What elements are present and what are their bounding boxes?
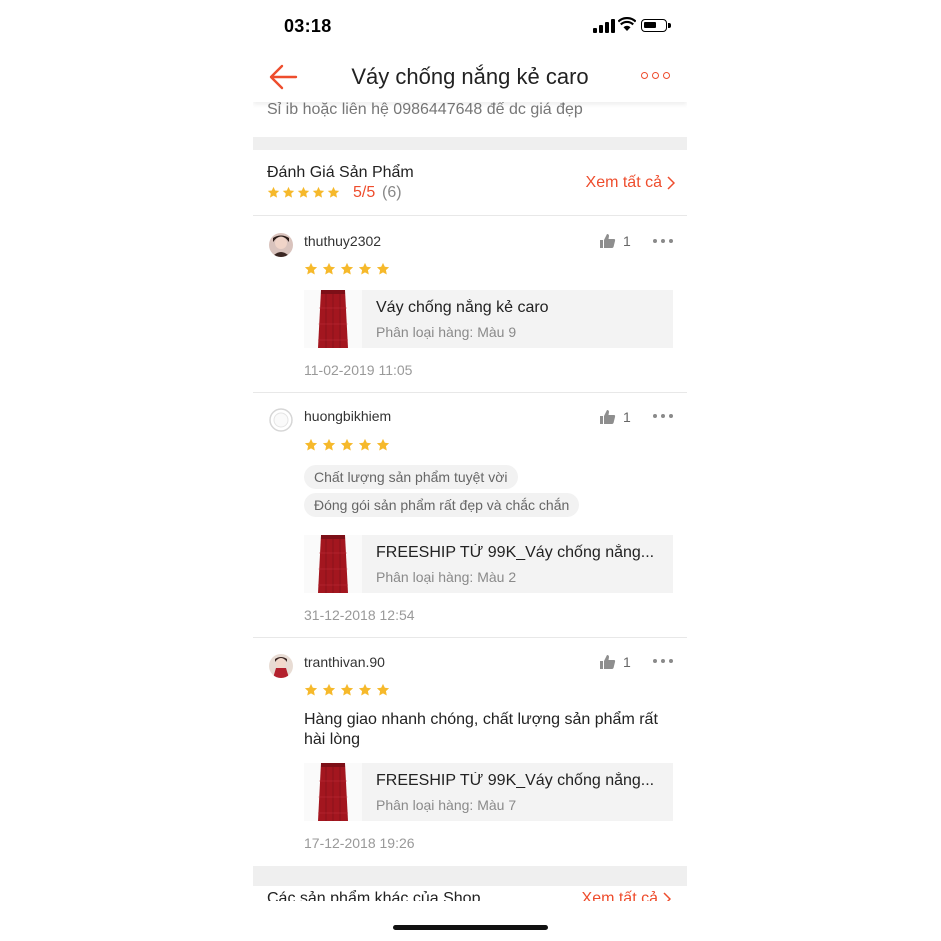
star-icon <box>297 186 310 198</box>
star-icon <box>340 262 354 275</box>
review-stars <box>304 438 394 456</box>
review-date: 17-12-2018 19:26 <box>304 835 415 851</box>
thumbs-up-icon <box>600 655 616 669</box>
home-indicator[interactable] <box>393 925 548 930</box>
review-more-icon[interactable] <box>653 414 675 420</box>
review-username[interactable]: huongbikhiem <box>304 408 391 424</box>
back-arrow-icon[interactable] <box>267 62 299 92</box>
reviewed-product[interactable]: FREESHIP TỪ 99K_Váy chống nắng... Phân l… <box>304 763 673 821</box>
review-more-icon[interactable] <box>653 239 675 245</box>
review-more-icon[interactable] <box>653 659 675 665</box>
avatar[interactable] <box>269 408 293 432</box>
star-icon <box>304 438 318 451</box>
like-button[interactable]: 1 <box>599 654 631 670</box>
star-icon <box>322 683 336 696</box>
product-description-text: Sỉ ib hoặc liên hệ 0986447648 để dc giá … <box>267 101 583 118</box>
star-icon <box>340 438 354 451</box>
status-time: 03:18 <box>284 16 332 36</box>
star-icon <box>376 683 390 696</box>
star-icon <box>358 262 372 275</box>
review-date: 11-02-2019 11:05 <box>304 362 413 378</box>
avatar[interactable] <box>269 654 293 678</box>
review-stars <box>304 262 394 280</box>
page-title: Váy chống nắng kẻ caro <box>351 64 589 89</box>
product-name: Váy chống nắng kẻ caro <box>376 299 549 316</box>
section-divider <box>253 866 687 886</box>
review-comment-line: hài lòng <box>304 731 361 748</box>
ratings-title: Đánh Giá Sản Phẩm <box>267 164 414 181</box>
product-name: FREESHIP TỪ 99K_Váy chống nắng... <box>376 772 655 789</box>
product-variant: Phân loại hàng: Màu 9 <box>376 324 517 340</box>
chevron-right-icon <box>667 176 675 190</box>
review-item: huongbikhiem 1 Chất lượng sản phẩm tuyệt… <box>253 393 687 638</box>
product-name: FREESHIP TỪ 99K_Váy chống nắng... <box>376 544 655 561</box>
like-button[interactable]: 1 <box>599 233 631 249</box>
star-icon <box>312 186 325 198</box>
wifi-icon <box>618 17 636 31</box>
star-icon <box>322 438 336 451</box>
see-all-ratings-link[interactable]: Xem tất cả <box>586 174 675 192</box>
review-item: thuthuy2302 1 Váy chống nắng kẻ caro Phâ… <box>253 217 687 393</box>
star-icon <box>358 683 372 696</box>
product-thumbnail <box>304 535 362 593</box>
product-variant: Phân loại hàng: Màu 7 <box>376 797 517 813</box>
star-icon <box>282 186 295 198</box>
like-count: 1 <box>623 233 631 249</box>
star-icon <box>322 262 336 275</box>
like-count: 1 <box>623 409 631 425</box>
review-tag: Chất lượng sản phẩm tuyệt vời <box>304 465 518 489</box>
ratings-count: (6) <box>382 184 402 201</box>
phone-screen: 03:18 Váy chống nắng kẻ caro Sỉ ib hoặc … <box>253 0 687 941</box>
battery-icon <box>641 19 671 32</box>
reviewed-product[interactable]: Váy chống nắng kẻ caro Phân loại hàng: M… <box>304 290 673 348</box>
review-item: tranthivan.90 1 Hàng giao nhanh chóng, c… <box>253 638 687 866</box>
top-nav-bar: Váy chống nắng kẻ caro <box>253 52 687 102</box>
ratings-stars <box>267 186 342 204</box>
star-icon <box>358 438 372 451</box>
star-icon <box>267 186 280 198</box>
section-divider <box>253 137 687 150</box>
star-icon <box>340 683 354 696</box>
status-bar: 03:18 <box>253 0 687 52</box>
review-username[interactable]: tranthivan.90 <box>304 654 385 670</box>
like-count: 1 <box>623 654 631 670</box>
star-icon <box>376 438 390 451</box>
star-icon <box>304 262 318 275</box>
review-comment: Hàng giao nhanh chóng, chất lượng sản ph… <box>304 710 676 750</box>
like-button[interactable]: 1 <box>599 409 631 425</box>
review-date: 31-12-2018 12:54 <box>304 607 415 623</box>
ratings-summary: Đánh Giá Sản Phẩm 5/5 (6) Xem tất cả <box>253 150 687 216</box>
product-thumbnail <box>304 763 362 821</box>
bottom-safe-area <box>253 901 687 941</box>
reviewed-product[interactable]: FREESHIP TỪ 99K_Váy chống nắng... Phân l… <box>304 535 673 593</box>
product-thumbnail <box>304 290 362 348</box>
star-icon <box>304 683 318 696</box>
avatar[interactable] <box>269 233 293 257</box>
review-tag: Đóng gói sản phẩm rất đẹp và chắc chắn <box>304 493 580 517</box>
ratings-score: 5/5 <box>353 184 376 201</box>
more-options-icon[interactable] <box>641 72 671 82</box>
star-icon <box>327 186 340 198</box>
see-all-label: Xem tất cả <box>585 174 662 191</box>
product-variant: Phân loại hàng: Màu 2 <box>376 569 517 585</box>
star-icon <box>376 262 390 275</box>
cellular-signal-icon <box>593 19 615 33</box>
review-stars <box>304 683 394 701</box>
thumbs-up-icon <box>600 410 616 424</box>
thumbs-up-icon <box>600 234 616 248</box>
review-username[interactable]: thuthuy2302 <box>304 233 381 249</box>
review-comment-line: Hàng giao nhanh chóng, chất lượng sản ph… <box>304 711 658 728</box>
